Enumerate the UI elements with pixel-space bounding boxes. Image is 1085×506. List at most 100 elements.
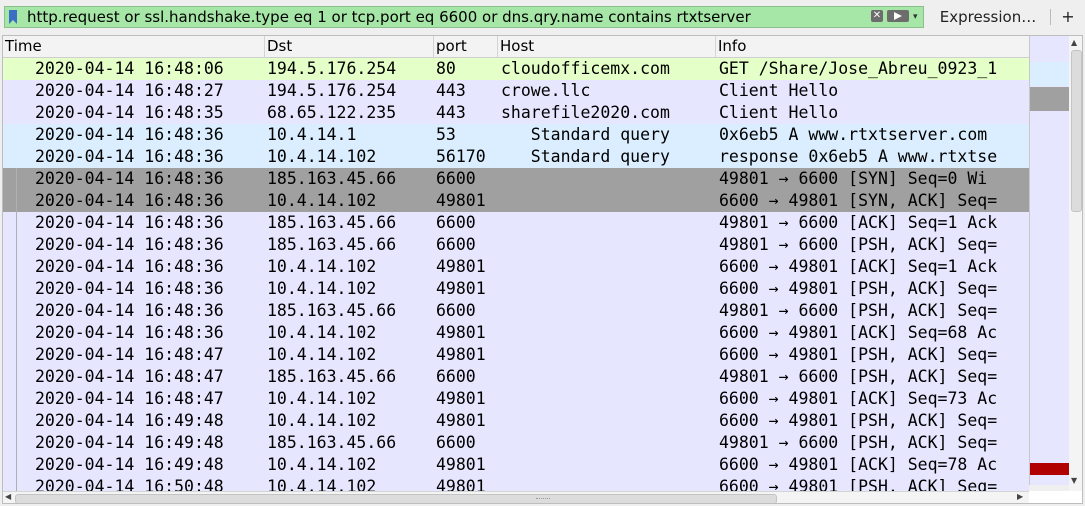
chevron-down-icon[interactable]: ▾	[913, 10, 923, 24]
cell-port: 6600	[436, 367, 476, 386]
cell-info: 6600 → 49801 [ACK] Seq=68 Ac	[719, 323, 998, 342]
cell-time: 2020-04-14 16:48:47	[35, 389, 224, 408]
packet-row[interactable]: 2020-04-14 16:48:36 185.163.45.66 6600 4980…	[3, 234, 1029, 256]
conversation-tree-line	[16, 278, 17, 300]
scroll-thumb[interactable]	[1071, 50, 1082, 212]
cell-host: crowe.llc	[501, 81, 591, 100]
packet-row[interactable]: 2020-04-14 16:48:27 194.5.176.254 443 crowe…	[3, 80, 1029, 102]
cell-dst: 10.4.14.102	[267, 147, 377, 166]
packet-row[interactable]: 2020-04-14 16:48:36 10.4.14.102 49801 6600 …	[3, 256, 1029, 278]
cell-time: 2020-04-14 16:48:36	[35, 279, 224, 298]
packet-row[interactable]: 2020-04-14 16:48:36 10.4.14.102 49801 6600 …	[3, 190, 1029, 212]
cell-dst: 185.163.45.66	[267, 235, 397, 254]
display-filter-box[interactable]: ✕ ▾	[4, 6, 924, 28]
packet-row[interactable]: 2020-04-14 16:48:36 10.4.14.102 49801 6600 …	[3, 322, 1029, 344]
cell-port: 49801	[436, 389, 486, 408]
conversation-tree-line	[16, 366, 17, 388]
column-header-host[interactable]: Host	[498, 36, 716, 57]
cell-dst: 194.5.176.254	[267, 81, 397, 100]
column-header-dst[interactable]: Dst	[265, 36, 434, 57]
packet-row[interactable]: 2020-04-14 16:48:47 10.4.14.102 49801 6600 …	[3, 344, 1029, 366]
packet-row[interactable]: 2020-04-14 16:48:36 185.163.45.66 6600 4980…	[3, 212, 1029, 234]
cell-info: response 0x6eb5 A www.rtxtse	[719, 147, 998, 166]
cell-time: 2020-04-14 16:48:36	[35, 191, 224, 210]
packet-row[interactable]: 2020-04-14 16:48:36 10.4.14.102 56170 Stan…	[3, 146, 1029, 168]
horizontal-scroll-thumb[interactable]	[15, 494, 777, 503]
column-header-info[interactable]: Info	[716, 36, 1031, 57]
cell-dst: 10.4.14.1	[267, 125, 357, 144]
packet-row[interactable]: 2020-04-14 16:48:47 185.163.45.66 6600 4980…	[3, 366, 1029, 388]
cell-dst: 185.163.45.66	[267, 213, 397, 232]
column-header-port[interactable]: port	[434, 36, 498, 57]
apply-filter-icon[interactable]	[887, 10, 909, 22]
packet-row[interactable]: 2020-04-14 16:48:36 10.4.14.1 53 Standard …	[3, 124, 1029, 146]
conversation-tree-line	[16, 168, 17, 190]
cell-info: 6600 → 49801 [PSH, ACK] Seq=	[719, 411, 998, 430]
cell-dst: 10.4.14.102	[267, 477, 377, 491]
conversation-tree-line	[16, 256, 17, 278]
cell-time: 2020-04-14 16:48:36	[35, 169, 224, 188]
scroll-right-icon[interactable]: ▶	[1017, 492, 1023, 501]
cell-info: 49801 → 6600 [PSH, ACK] Seq=	[719, 235, 998, 254]
packet-rows: 2020-04-14 16:48:06 194.5.176.254 80 cloudo…	[3, 57, 1029, 491]
conversation-tree-line	[16, 388, 17, 410]
cell-time: 2020-04-14 16:48:36	[35, 147, 224, 166]
packet-row[interactable]: 2020-04-14 16:48:36 185.163.45.66 6600 4980…	[3, 168, 1029, 190]
packet-row[interactable]: 2020-04-14 16:49:48 10.4.14.102 49801 6600 …	[3, 410, 1029, 432]
cell-port: 49801	[436, 455, 486, 474]
conversation-tree-line	[16, 190, 17, 212]
cell-host: Standard query	[501, 125, 670, 144]
packet-minimap[interactable]	[1029, 36, 1069, 485]
cell-info: 6600 → 49801 [PSH, ACK] Seq=	[719, 279, 998, 298]
scroll-left-icon[interactable]: ◀	[5, 492, 11, 501]
scroll-up-icon[interactable]: ▲	[1071, 38, 1077, 47]
cell-time: 2020-04-14 16:48:36	[35, 323, 224, 342]
pane-splitter-handle[interactable]	[536, 498, 550, 503]
cell-port: 49801	[436, 257, 486, 276]
cell-info: 6600 → 49801 [ACK] Seq=73 Ac	[719, 389, 998, 408]
cell-dst: 10.4.14.102	[267, 345, 377, 364]
packet-row[interactable]: 2020-04-14 16:48:36 10.4.14.102 49801 6600 …	[3, 278, 1029, 300]
bookmark-icon[interactable]	[9, 10, 17, 24]
cell-port: 6600	[436, 433, 476, 452]
cell-port: 49801	[436, 323, 486, 342]
packet-row[interactable]: 2020-04-14 16:48:36 185.163.45.66 6600 4980…	[3, 300, 1029, 322]
cell-port: 49801	[436, 279, 486, 298]
cell-dst: 185.163.45.66	[267, 301, 397, 320]
packet-row[interactable]: 2020-04-14 16:48:47 10.4.14.102 49801 6600 …	[3, 388, 1029, 410]
conversation-tree-line	[16, 476, 17, 491]
cell-info: 49801 → 6600 [ACK] Seq=1 Ack	[719, 213, 998, 232]
packet-row[interactable]: 2020-04-14 16:50:48 10.4.14.102 49801 6600 …	[3, 476, 1029, 491]
cell-dst: 10.4.14.102	[267, 257, 377, 276]
packet-list-header: Time Dst port Host Info	[3, 36, 1031, 58]
packet-list: Time Dst port Host Info 2020-04-14 16:48…	[2, 35, 1083, 504]
minimap-dns-mark	[1030, 62, 1069, 86]
cell-info: 6600 → 49801 [ACK] Seq=1 Ack	[719, 257, 998, 276]
cell-dst: 194.5.176.254	[267, 59, 397, 78]
vertical-scrollbar[interactable]: ▲ ▼	[1029, 36, 1082, 491]
horizontal-scrollbar[interactable]: ◀ ▶	[3, 491, 1029, 503]
display-filter-input[interactable]	[27, 7, 847, 27]
cell-port: 49801	[436, 191, 486, 210]
expression-button[interactable]: Expression…	[926, 6, 1050, 28]
cell-time: 2020-04-14 16:48:06	[35, 59, 224, 78]
add-filter-button[interactable]: +	[1056, 6, 1080, 28]
cell-dst: 10.4.14.102	[267, 455, 377, 474]
packet-row[interactable]: 2020-04-14 16:49:48 10.4.14.102 49801 6600 …	[3, 454, 1029, 476]
cell-port: 6600	[436, 235, 476, 254]
cell-info: 6600 → 49801 [PSH, ACK] Seq=	[719, 477, 998, 491]
scroll-down-icon[interactable]: ▼	[1071, 476, 1077, 485]
cell-time: 2020-04-14 16:48:27	[35, 81, 224, 100]
cell-dst: 10.4.14.102	[267, 191, 377, 210]
clear-filter-icon[interactable]: ✕	[871, 10, 883, 22]
packet-row[interactable]: 2020-04-14 16:48:35 68.65.122.235 443 share…	[3, 102, 1029, 124]
conversation-tree-line	[16, 300, 17, 322]
cell-dst: 68.65.122.235	[267, 103, 397, 122]
packet-row[interactable]: 2020-04-14 16:49:48 185.163.45.66 6600 4980…	[3, 432, 1029, 454]
cell-time: 2020-04-14 16:48:47	[35, 367, 224, 386]
column-header-time[interactable]: Time	[3, 36, 265, 57]
packet-row[interactable]: 2020-04-14 16:48:06 194.5.176.254 80 cloudo…	[3, 58, 1029, 80]
cell-info: Client Hello	[719, 81, 839, 100]
conversation-tree-line	[16, 322, 17, 344]
cell-time: 2020-04-14 16:49:48	[35, 411, 224, 430]
